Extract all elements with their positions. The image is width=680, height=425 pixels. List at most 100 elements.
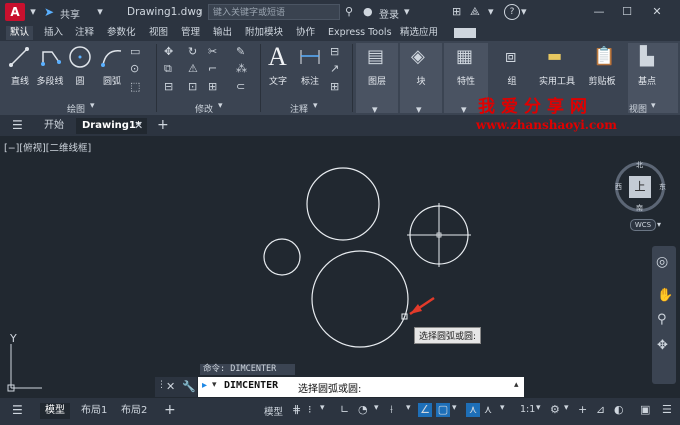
tab-view[interactable]: 视图 bbox=[145, 26, 172, 40]
clean-screen-icon[interactable]: ▣ bbox=[640, 403, 650, 416]
drawing-canvas[interactable] bbox=[0, 136, 680, 398]
polar-icon[interactable]: ◔ bbox=[358, 403, 368, 416]
add-layout-icon[interactable]: + bbox=[164, 402, 176, 418]
group-icon[interactable]: ⧈ bbox=[505, 46, 516, 67]
text-button[interactable]: 文字 bbox=[266, 74, 290, 87]
performance-icon[interactable]: ⊿ bbox=[596, 403, 605, 416]
login-label[interactable]: 登录 bbox=[379, 6, 399, 21]
stretch-icon[interactable]: ⊟ bbox=[164, 80, 173, 93]
group-button[interactable]: 组 bbox=[500, 74, 524, 87]
clipboard-button[interactable]: 剪贴板 bbox=[584, 74, 620, 87]
circle-icon[interactable] bbox=[68, 45, 92, 69]
tab-collaborate[interactable]: 协作 bbox=[292, 26, 319, 40]
qat-chevron-icon[interactable]: ▾ bbox=[95, 5, 105, 18]
connect-icon[interactable]: ⟁ bbox=[470, 5, 480, 19]
utilities-button[interactable]: 实用工具 bbox=[534, 74, 580, 87]
help-chevron-icon[interactable]: ▾ bbox=[521, 5, 527, 18]
object-track-icon[interactable]: ∠ bbox=[418, 403, 432, 417]
utilities-icon[interactable]: ▬ bbox=[547, 46, 562, 65]
tab-featured-apps[interactable]: 精选应用 bbox=[396, 26, 442, 40]
rectangle-icon[interactable]: ▭ bbox=[130, 45, 140, 58]
fillet-icon[interactable]: ⌐ bbox=[208, 62, 217, 75]
view-panel-chevron-icon[interactable]: ▾ bbox=[651, 101, 656, 111]
minimize-icon[interactable]: — bbox=[590, 4, 608, 20]
tab-parametric[interactable]: 参数化 bbox=[103, 26, 140, 40]
menu-icon[interactable]: ☰ bbox=[12, 118, 23, 132]
wcs-chevron-icon[interactable]: ▾ bbox=[657, 220, 661, 229]
close-tab-icon[interactable]: ✕ bbox=[134, 119, 143, 132]
leader-icon[interactable]: ↗ bbox=[330, 62, 339, 75]
move-icon[interactable]: ✥ bbox=[164, 45, 173, 58]
draw-panel-chevron-icon[interactable]: ▾ bbox=[90, 101, 95, 111]
polar-chevron-icon[interactable]: ▾ bbox=[374, 403, 379, 413]
search-icon[interactable]: ⚲ bbox=[345, 5, 353, 18]
tab-express-tools[interactable]: Express Tools bbox=[324, 26, 396, 40]
grid-icon[interactable]: ⋕ bbox=[292, 403, 301, 416]
new-tab-icon[interactable]: + bbox=[157, 117, 169, 133]
close-icon[interactable]: ✕ bbox=[648, 4, 666, 20]
search-input[interactable]: 键入关键字或短语 bbox=[208, 4, 340, 20]
modify-panel-label[interactable]: 修改 bbox=[195, 102, 213, 115]
block-button[interactable]: 块 bbox=[404, 74, 438, 87]
ortho-icon[interactable]: ∟ bbox=[340, 403, 349, 416]
hatch-icon[interactable]: ⊙ bbox=[130, 62, 139, 75]
layers-button[interactable]: 图层 bbox=[360, 74, 394, 87]
mirror-icon[interactable]: ⚠ bbox=[188, 62, 198, 75]
annotation-scale[interactable]: 1:1 bbox=[520, 404, 535, 415]
workspace-chevron-icon[interactable]: ▾ bbox=[564, 403, 569, 413]
draw-panel-label[interactable]: 绘图 bbox=[67, 102, 85, 115]
offset-icon[interactable]: ⊂ bbox=[236, 80, 245, 93]
tab-model[interactable]: 模型 bbox=[40, 403, 70, 419]
tab-manage[interactable]: 管理 bbox=[177, 26, 204, 40]
text-icon[interactable]: A bbox=[268, 42, 287, 72]
cart-icon[interactable]: ⊞ bbox=[452, 5, 461, 18]
autocad-logo[interactable]: A bbox=[5, 3, 25, 21]
auto-scale-icon[interactable]: ⋏ bbox=[484, 403, 492, 416]
connect-chevron-icon[interactable]: ▾ bbox=[488, 5, 494, 18]
drawing-viewport[interactable]: [−][俯视][二维线框] Y 选择圆弧或圆: 上 北 南 东 西 WCS ▾ … bbox=[0, 136, 680, 398]
share-icon[interactable]: ➤ bbox=[44, 5, 54, 19]
properties-button[interactable]: 特性 bbox=[448, 74, 484, 87]
osnap-icon[interactable]: ▢ bbox=[436, 403, 450, 417]
app-menu-chevron-icon[interactable]: ▾ bbox=[28, 5, 38, 18]
steering-wheel-icon[interactable]: ◎ bbox=[656, 254, 668, 270]
scale-chevron-icon[interactable]: ▾ bbox=[536, 403, 541, 413]
pan-icon[interactable]: ✋ bbox=[657, 288, 673, 303]
boundary-icon[interactable]: ⬚ bbox=[130, 80, 140, 93]
tab-output[interactable]: 输出 bbox=[209, 26, 236, 40]
copy-icon[interactable]: ⧉ bbox=[164, 62, 172, 76]
array-icon[interactable]: ⊞ bbox=[208, 80, 217, 93]
explode-icon[interactable]: ⁂ bbox=[236, 62, 247, 75]
user-icon[interactable]: ● bbox=[363, 5, 373, 18]
units-icon[interactable]: + bbox=[578, 403, 587, 416]
tab-addins[interactable]: 附加模块 bbox=[241, 26, 287, 40]
compass-east[interactable]: 东 bbox=[659, 182, 666, 192]
layout-menu-icon[interactable]: ☰ bbox=[12, 403, 23, 417]
close-command-icon[interactable]: ✕ bbox=[166, 380, 175, 393]
tab-layout2[interactable]: 布局2 bbox=[116, 403, 152, 419]
tab-insert[interactable]: 插入 bbox=[40, 26, 67, 40]
help-icon[interactable]: ? bbox=[504, 4, 520, 20]
compass-north[interactable]: 北 bbox=[636, 160, 643, 170]
model-space-button[interactable]: 模型 bbox=[264, 404, 283, 418]
polyline-button[interactable]: 多段线 bbox=[34, 74, 66, 87]
maximize-icon[interactable]: ☐ bbox=[618, 4, 636, 20]
share-label[interactable]: 共享 bbox=[60, 6, 80, 21]
clipboard-icon[interactable]: 📋 bbox=[593, 46, 615, 67]
workspace-icon[interactable]: ⚙ bbox=[550, 403, 560, 416]
rotate-icon[interactable]: ↻ bbox=[188, 45, 197, 58]
arc-icon[interactable] bbox=[100, 46, 124, 68]
annotation-visibility-icon[interactable]: ⋏ bbox=[466, 403, 480, 417]
polyline-icon[interactable] bbox=[40, 46, 62, 68]
more-arrow-icon[interactable]: › bbox=[198, 5, 202, 18]
compass-south[interactable]: 南 bbox=[636, 203, 643, 213]
line-button[interactable]: 直线 bbox=[8, 74, 32, 87]
view-panel-label[interactable]: 视图 bbox=[629, 102, 647, 115]
table-icon[interactable]: ⊞ bbox=[330, 80, 339, 93]
isolate-icon[interactable]: ◐ bbox=[614, 403, 624, 416]
modify-panel-chevron-icon[interactable]: ▾ bbox=[218, 101, 223, 111]
circle-button[interactable]: 圆 bbox=[70, 74, 90, 87]
snap-icon[interactable]: ⁝ bbox=[308, 403, 312, 416]
base-button[interactable]: 基点 bbox=[632, 74, 662, 87]
isodraft-chevron-icon[interactable]: ▾ bbox=[406, 403, 411, 413]
